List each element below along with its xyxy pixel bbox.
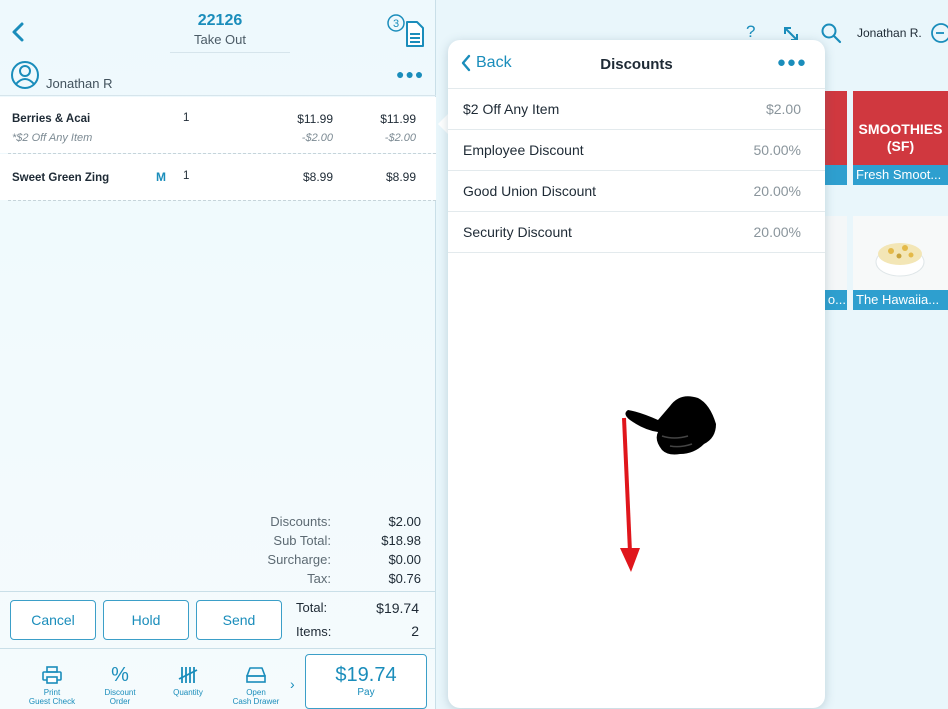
modifier-price: -$2.00	[301, 132, 333, 144]
divider	[0, 95, 436, 96]
product-tile-hawaiian[interactable]	[853, 216, 948, 290]
total-label: Total:	[296, 600, 328, 615]
item-total: $11.99	[380, 112, 416, 126]
header-divider	[170, 52, 290, 53]
logout-icon[interactable]	[930, 22, 948, 44]
guest-count: 3	[393, 18, 399, 30]
item-name: Sweet Green Zing	[12, 172, 110, 184]
discount-row[interactable]: Employee Discount 50.00%	[448, 129, 825, 170]
order-item-row[interactable]: Sweet Green Zing M 1 $8.99 $8.99	[0, 154, 436, 200]
order-panel: 22126 Take Out 3 Jonathan R ●●● Berries …	[0, 0, 436, 709]
search-icon[interactable]	[820, 22, 842, 44]
modifier-marker: M	[156, 170, 166, 184]
summary-label: Sub Total:	[273, 533, 331, 548]
summary-discounts: Discounts: $2.00	[221, 514, 421, 533]
summary-value: $0.00	[388, 552, 421, 567]
discount-name: Employee Discount	[463, 142, 584, 158]
send-button[interactable]: Send	[196, 600, 282, 640]
pay-label: Pay	[357, 687, 375, 698]
discount-name: $2 Off Any Item	[463, 101, 560, 117]
discount-value: 20.00%	[753, 183, 801, 199]
divider	[0, 591, 436, 592]
summary-value: $0.76	[388, 571, 421, 586]
cash-drawer-icon	[246, 667, 266, 683]
summary-value: $18.98	[381, 533, 421, 548]
tile-caption: Fresh Smoot...	[853, 165, 948, 185]
summary-label: Tax:	[307, 571, 331, 586]
summary-subtotal: Sub Total: $18.98	[221, 533, 421, 552]
item-name: Berries & Acai	[12, 113, 91, 125]
summary-value: $2.00	[388, 514, 421, 529]
acai-bowl-image	[875, 243, 925, 277]
pay-amount: $19.74	[335, 664, 397, 686]
tool-label: Print Guest Check	[28, 688, 76, 706]
tile-title: SMOOTHIES (SF)	[858, 121, 943, 154]
tile-caption: The Hawaiia...	[853, 290, 948, 310]
popover-arrow	[438, 114, 448, 134]
printer-icon	[42, 666, 62, 684]
quantity-button[interactable]: Quantity	[152, 662, 224, 697]
chevron-right-icon[interactable]: ›	[290, 676, 295, 692]
divider	[448, 252, 825, 253]
customer-name[interactable]: Jonathan R	[46, 76, 113, 91]
items-label: Items:	[296, 624, 332, 639]
item-price: $11.99	[297, 112, 333, 126]
discount-row[interactable]: $2 Off Any Item $2.00	[448, 88, 825, 129]
back-label: Back	[476, 54, 512, 71]
discount-value: 20.00%	[753, 224, 801, 240]
open-cash-drawer-button[interactable]: Open Cash Drawer	[220, 662, 292, 706]
total-value: $19.74	[376, 600, 419, 616]
chevron-left-icon	[461, 54, 471, 72]
user-name[interactable]: Jonathan R.	[857, 26, 922, 40]
discount-name: Security Discount	[463, 224, 572, 240]
order-item-row[interactable]: Berries & Acai 1 $11.99 $11.99 *$2 Off A…	[0, 97, 436, 153]
discount-row[interactable]: Security Discount 20.00%	[448, 211, 825, 252]
pay-button[interactable]: $19.74 Pay	[305, 654, 427, 709]
item-total: $8.99	[385, 170, 416, 184]
guest-check-icon[interactable]: 3	[385, 14, 427, 48]
item-qty: 1	[183, 112, 190, 124]
discount-name: Good Union Discount	[463, 183, 597, 199]
swipe-down-gesture-icon	[620, 396, 716, 572]
divider	[8, 200, 436, 201]
summary-surcharge: Surcharge: $0.00	[221, 552, 421, 571]
popover-more-button[interactable]: ●●●	[777, 54, 807, 71]
tally-icon	[178, 667, 198, 683]
summary-tax: Tax: $0.76	[221, 571, 421, 590]
divider	[0, 648, 436, 649]
help-icon[interactable]: ?	[746, 22, 755, 42]
order-more-button[interactable]: ●●●	[396, 66, 424, 82]
back-chevron-icon[interactable]	[8, 20, 28, 44]
summary-label: Surcharge:	[267, 552, 331, 567]
tool-label: Quantity	[173, 688, 203, 697]
items-count: 2	[411, 623, 419, 639]
summary-label: Discounts:	[270, 514, 331, 529]
print-guest-check-button[interactable]: Print Guest Check	[16, 662, 88, 706]
modifier-total: -$2.00	[384, 132, 416, 144]
tool-label: Discount Order	[104, 688, 136, 706]
tool-label: Open Cash Drawer	[232, 688, 280, 706]
discount-value: $2.00	[765, 101, 801, 117]
item-price: $8.99	[302, 170, 333, 184]
discounts-popover: Discounts Back ●●● $2 Off Any Item $2.00…	[448, 40, 825, 708]
percent-icon: %	[111, 663, 129, 686]
discount-row[interactable]: Good Union Discount 20.00%	[448, 170, 825, 211]
discount-value: 50.00%	[753, 142, 801, 158]
popover-back-button[interactable]: Back	[460, 54, 512, 72]
hold-button[interactable]: Hold	[103, 600, 189, 640]
item-modifier: *$2 Off Any Item	[12, 132, 93, 144]
product-tile-smoothies[interactable]: SMOOTHIES (SF)	[853, 91, 948, 165]
order-type[interactable]: Take Out	[140, 32, 300, 47]
customer-avatar-icon[interactable]	[10, 60, 40, 90]
discount-order-button[interactable]: % Discount Order	[84, 662, 156, 707]
cancel-button[interactable]: Cancel	[10, 600, 96, 640]
item-qty: 1	[183, 170, 190, 182]
order-number: 22126	[197, 12, 243, 29]
